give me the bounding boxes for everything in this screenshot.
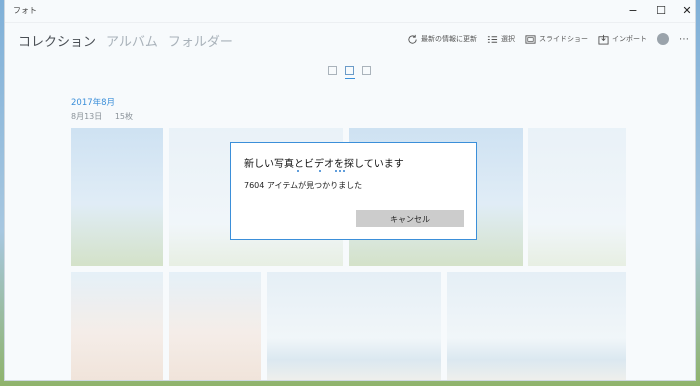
select-button[interactable]: 選択 — [487, 34, 515, 45]
view-selected-indicator — [345, 78, 355, 79]
photo-thumbnail[interactable] — [528, 128, 626, 266]
close-button[interactable]: ✕ — [673, 2, 695, 20]
view-medium-button[interactable] — [345, 66, 354, 75]
photos-app-window: フォト − ☐ ✕ コレクション アルバム フォルダー 最新の情報に更新 選択 … — [5, 0, 695, 380]
items-found-status: 7604 アイテムが見つかりました — [244, 181, 363, 190]
photo-thumbnail[interactable] — [267, 272, 441, 380]
cancel-button[interactable]: キャンセル — [356, 210, 464, 227]
maximize-button[interactable]: ☐ — [647, 2, 675, 20]
dialog-title: 新しい写真とビデオを探しています — [244, 159, 404, 170]
view-large-button[interactable] — [362, 66, 371, 75]
command-bar: 最新の情報に更新 選択 スライドショー インポート ⋯ — [407, 31, 689, 47]
date-label: 8月13日 — [71, 112, 103, 121]
account-icon[interactable] — [657, 33, 669, 45]
import-icon — [598, 34, 609, 45]
title-bar: フォト − ☐ ✕ — [5, 0, 695, 23]
select-icon — [487, 35, 498, 43]
refresh-button[interactable]: 最新の情報に更新 — [407, 34, 477, 45]
minimize-button[interactable]: − — [619, 2, 647, 20]
main-nav: コレクション アルバム フォルダー — [18, 30, 233, 50]
slideshow-icon — [525, 34, 536, 44]
nav-collection[interactable]: コレクション — [18, 31, 96, 50]
import-label: インポート — [612, 35, 647, 43]
refresh-icon — [408, 34, 417, 44]
scanning-dialog: 新しい写真とビデオを探しています 7604 アイテムが見つかりました キャンセル — [230, 142, 477, 240]
month-header[interactable]: 2017年8月 — [71, 96, 115, 108]
photo-thumbnail[interactable] — [71, 128, 163, 266]
view-size-toggle — [328, 66, 371, 79]
photo-count: 15枚 — [114, 112, 134, 121]
select-label: 選択 — [501, 35, 515, 43]
import-button[interactable]: インポート — [598, 34, 647, 45]
date-row: 8月13日 15枚 — [71, 111, 133, 122]
refresh-label: 最新の情報に更新 — [421, 35, 477, 43]
slideshow-label: スライドショー — [539, 35, 588, 43]
slideshow-button[interactable]: スライドショー — [525, 34, 588, 45]
window-title: フォト — [13, 6, 37, 15]
progress-dots-icon — [297, 170, 357, 174]
photo-thumbnail[interactable] — [447, 272, 626, 380]
photo-thumbnail[interactable] — [169, 272, 261, 380]
nav-album[interactable]: アルバム — [106, 31, 158, 50]
nav-folder[interactable]: フォルダー — [168, 31, 233, 50]
more-icon[interactable]: ⋯ — [679, 34, 689, 45]
view-small-button[interactable] — [328, 66, 337, 75]
photo-thumbnail[interactable] — [71, 272, 163, 380]
